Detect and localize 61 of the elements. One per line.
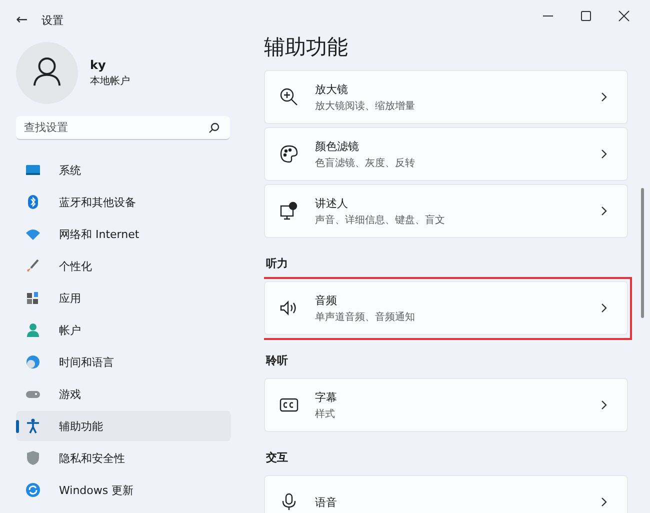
sidebar-item[interactable]: 系统 (16, 155, 231, 185)
section-heading: 交互 (265, 450, 289, 466)
narrator-icon (279, 201, 299, 221)
window-title: 设置 (42, 12, 64, 28)
card-subtitle: 声音、详细信息、键盘、盲文 (315, 214, 446, 226)
settings-card[interactable]: 字幕 样式 (264, 378, 628, 432)
close-button[interactable] (618, 10, 630, 22)
speaker-icon (279, 298, 299, 318)
card-subtitle: 单声道音频、音频通知 (315, 310, 416, 324)
sidebar-item[interactable]: 个性化 (16, 251, 231, 281)
card-title: 音频 (315, 292, 338, 308)
person-icon (25, 322, 41, 338)
brush-icon (25, 258, 41, 274)
maximize-button[interactable] (580, 10, 592, 22)
section-heading: 聆听 (264, 353, 289, 369)
sidebar-item[interactable]: 隐私和安全性 (16, 443, 231, 473)
avatar-icon (16, 42, 78, 104)
card-title: 放大镜 (315, 82, 349, 96)
card-subtitle: 色盲滤镜、灰度、反转 (315, 156, 416, 170)
settings-card[interactable]: 语音 (264, 475, 628, 513)
chevron-icon (601, 206, 607, 216)
sidebar-item[interactable]: 应用 (16, 283, 231, 313)
shield-icon (25, 450, 41, 466)
sidebar-item[interactable]: 时间和语言 (16, 347, 231, 377)
bluetooth-icon (25, 194, 41, 210)
card-title: 字幕 (315, 390, 338, 404)
palette-icon (279, 144, 299, 164)
clock-icon (25, 354, 41, 370)
card-title: 语音 (315, 494, 338, 510)
sidebar-item[interactable]: Windows 更新 (16, 475, 231, 505)
chevron-icon (601, 149, 607, 159)
account-type: 本地帐户 (90, 74, 130, 88)
search-icon (208, 122, 220, 134)
settings-card[interactable]: 讲述人 声音、详细信息、键盘、盲文 (264, 184, 628, 238)
chevron-icon (601, 400, 607, 410)
card-title: 颜色滤镜 (315, 138, 360, 154)
sidebar-item[interactable]: 蓝牙和其他设备 (16, 187, 231, 217)
settings-card[interactable]: 放大镜 放大镜阅读、缩放增量 (264, 70, 628, 124)
sync-icon (25, 482, 41, 498)
chevron-icon (601, 303, 607, 313)
accessibility-icon (25, 418, 41, 434)
chevron-icon (601, 497, 607, 507)
sidebar-item[interactable]: 辅助功能 (16, 411, 231, 441)
back-button[interactable]: ← (16, 12, 28, 28)
card-title: 讲述人 (315, 196, 349, 210)
section-heading: 听力 (265, 256, 289, 272)
scrollbar[interactable] (641, 188, 644, 318)
search-field[interactable]: 查找设置 (16, 116, 230, 140)
settings-card[interactable]: 音频 单声道音频、音频通知 (264, 281, 628, 335)
apps-icon (25, 290, 41, 306)
card-subtitle: 放大镜阅读、缩放增量 (315, 100, 416, 112)
card-subtitle: 样式 (315, 408, 336, 420)
monitor-icon (25, 162, 41, 178)
page-title: 辅助功能 (264, 34, 349, 61)
zoom-in-icon (279, 87, 299, 107)
settings-card[interactable]: 颜色滤镜 色盲滤镜、灰度、反转 (264, 127, 628, 181)
sidebar-item[interactable]: 游戏 (16, 379, 231, 409)
user-name: ky (90, 58, 107, 72)
sidebar-item[interactable]: 网络和 Internet (16, 219, 231, 249)
sidebar-item[interactable]: 帐户 (16, 315, 231, 345)
chevron-icon (601, 92, 607, 102)
